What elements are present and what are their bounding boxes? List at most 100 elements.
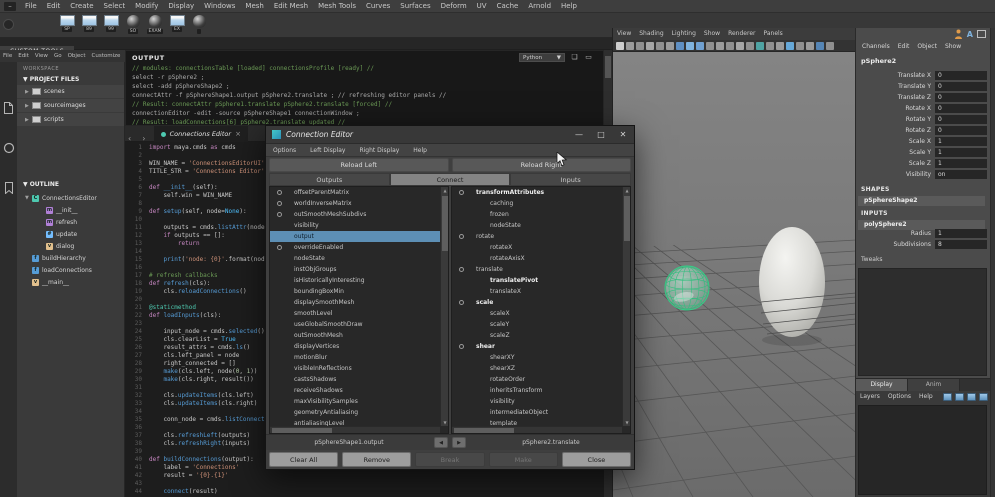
- menu-item[interactable]: File: [20, 0, 42, 13]
- outline-item[interactable]: f buildHierarchy: [17, 252, 124, 264]
- attribute-row[interactable]: geometryAntialiasing: [270, 407, 440, 418]
- dialog-action-button[interactable]: Close: [562, 452, 631, 467]
- shelf-button[interactable]: SP: [58, 15, 76, 34]
- attribute-row[interactable]: translatePivot: [452, 275, 622, 286]
- swap-left-icon[interactable]: ◀: [434, 437, 448, 448]
- viewport-tool-icon[interactable]: [826, 42, 834, 50]
- viewport-tool-icon[interactable]: [676, 42, 684, 50]
- ide-menu-item[interactable]: Go: [51, 50, 65, 62]
- attribute-row[interactable]: instObjGroups: [270, 264, 440, 275]
- menu-item[interactable]: Display: [163, 0, 199, 13]
- viewport-tool-icon[interactable]: [616, 42, 624, 50]
- attribute-row[interactable]: transformAttributes: [452, 187, 622, 198]
- dialog-action-button[interactable]: Break: [415, 452, 484, 467]
- attribute-row[interactable]: shearXZ: [452, 363, 622, 374]
- menu-item[interactable]: Mesh Tools: [313, 0, 361, 13]
- viewport-tool-icon[interactable]: [796, 42, 804, 50]
- outline-item[interactable]: m refresh: [17, 216, 124, 228]
- window-menu-icon[interactable]: –: [4, 2, 16, 11]
- shelf-button[interactable]: EX: [168, 15, 186, 34]
- viewport-menu-item[interactable]: Shading: [635, 28, 667, 40]
- shape-node-row[interactable]: pSphereShape2: [858, 196, 985, 206]
- outline-item[interactable]: v __main__: [17, 276, 124, 288]
- attribute-row[interactable]: nodeState: [452, 220, 622, 231]
- channelbox-menu-item[interactable]: Object: [913, 41, 941, 53]
- viewport-tool-icon[interactable]: [736, 42, 744, 50]
- attribute-row[interactable]: rotateOrder: [452, 374, 622, 385]
- attribute-row[interactable]: overrideEnabled: [270, 242, 440, 253]
- viewport-tool-icon[interactable]: [696, 42, 704, 50]
- inputs-scrollbar[interactable]: ▲ ▼: [622, 187, 630, 426]
- attribute-row[interactable]: displayVertices: [270, 341, 440, 352]
- menu-item[interactable]: Modify: [130, 0, 163, 13]
- viewport-tool-icon[interactable]: [666, 42, 674, 50]
- expand-circle-icon[interactable]: [277, 245, 282, 250]
- viewport-tool-icon[interactable]: [626, 42, 634, 50]
- expand-circle-icon[interactable]: [459, 300, 464, 305]
- outline-item[interactable]: ▼ C ConnectionsEditor: [17, 192, 124, 204]
- menu-item[interactable]: Create: [65, 0, 98, 13]
- viewport-tool-icon[interactable]: [656, 42, 664, 50]
- attribute-row[interactable]: castsShadows: [270, 374, 440, 385]
- inputs-hscrollbar[interactable]: [452, 426, 622, 433]
- reload-right-button[interactable]: Reload Right: [452, 158, 632, 172]
- bookmark-icon[interactable]: [4, 182, 14, 194]
- mode-segment-button[interactable]: Connect: [390, 173, 511, 186]
- attribute-row[interactable]: translate: [452, 264, 622, 275]
- shelf-button[interactable]: EXAM: [146, 15, 164, 34]
- viewport-tool-icon[interactable]: [646, 42, 654, 50]
- ide-menu-item[interactable]: Customize: [89, 50, 124, 62]
- attribute-row[interactable]: worldInverseMatrix: [270, 198, 440, 209]
- dialog-action-button[interactable]: Remove: [342, 452, 411, 467]
- layer-menu-item[interactable]: Options: [884, 391, 915, 403]
- menu-item[interactable]: UV: [472, 0, 492, 13]
- viewport-menu-item[interactable]: Lighting: [668, 28, 700, 40]
- outline-item[interactable]: v dialog: [17, 240, 124, 252]
- channel-value-field[interactable]: 0: [935, 71, 987, 80]
- layer-menu-item[interactable]: Layers: [856, 391, 884, 403]
- viewport-menu-item[interactable]: View: [613, 28, 635, 40]
- channel-value-field[interactable]: 1: [935, 148, 987, 157]
- channel-label[interactable]: Translate Y: [898, 83, 931, 90]
- dialog-titlebar[interactable]: Connection Editor — □ ✕: [266, 126, 634, 144]
- viewport-tool-icon[interactable]: [786, 42, 794, 50]
- character-icon[interactable]: [954, 29, 963, 39]
- dialog-action-button[interactable]: Clear All: [269, 452, 338, 467]
- attribute-row[interactable]: intermediateObject: [452, 407, 622, 418]
- menu-item[interactable]: Surfaces: [395, 0, 435, 13]
- channelbox-node-name[interactable]: pSphere2: [861, 57, 896, 65]
- viewport-tool-icon[interactable]: [806, 42, 814, 50]
- outline-item[interactable]: f loadConnections: [17, 264, 124, 276]
- outline-header[interactable]: ▼ OUTLINE: [17, 179, 124, 190]
- project-folder-item[interactable]: ▶ scripts: [17, 113, 124, 126]
- attribute-row[interactable]: isHistoricallyInteresting: [270, 275, 440, 286]
- project-files-header[interactable]: ▼ PROJECT FILES: [17, 74, 124, 85]
- channel-value-field[interactable]: 1: [935, 159, 987, 168]
- attribute-row[interactable]: translateX: [452, 286, 622, 297]
- layer-tab[interactable]: Anim: [908, 379, 960, 391]
- viewport-tool-icon[interactable]: [746, 42, 754, 50]
- project-folder-item[interactable]: ▶ scenes: [17, 85, 124, 98]
- minimize-icon[interactable]: —: [568, 126, 590, 144]
- attribute-row[interactable]: nodeState: [270, 253, 440, 264]
- layer-list[interactable]: [858, 405, 987, 495]
- outputs-hscrollbar[interactable]: [270, 426, 440, 433]
- mode-segment-button[interactable]: Outputs: [269, 173, 390, 186]
- channelbox-menu-item[interactable]: Edit: [894, 41, 914, 53]
- attribute-row[interactable]: scaleX: [452, 308, 622, 319]
- tweaks-label[interactable]: Tweaks: [861, 256, 883, 263]
- viewport-tool-icon[interactable]: [726, 42, 734, 50]
- attribute-row[interactable]: smoothLevel: [270, 308, 440, 319]
- expand-circle-icon[interactable]: [459, 234, 464, 239]
- channel-value-field[interactable]: 0: [935, 126, 987, 135]
- channel-value-field[interactable]: 0: [935, 82, 987, 91]
- search-icon[interactable]: [3, 142, 15, 154]
- attribute-row[interactable]: maxVisibilitySamples: [270, 396, 440, 407]
- channel-label[interactable]: Subdivisions: [893, 241, 931, 248]
- attribute-row[interactable]: antialiasingLevel: [270, 418, 440, 426]
- channel-value-field[interactable]: 0: [935, 93, 987, 102]
- menu-item[interactable]: Edit: [42, 0, 66, 13]
- expand-circle-icon[interactable]: [459, 267, 464, 272]
- channel-label[interactable]: Rotate Y: [906, 116, 931, 123]
- channelbox-menu-item[interactable]: Show: [941, 41, 965, 53]
